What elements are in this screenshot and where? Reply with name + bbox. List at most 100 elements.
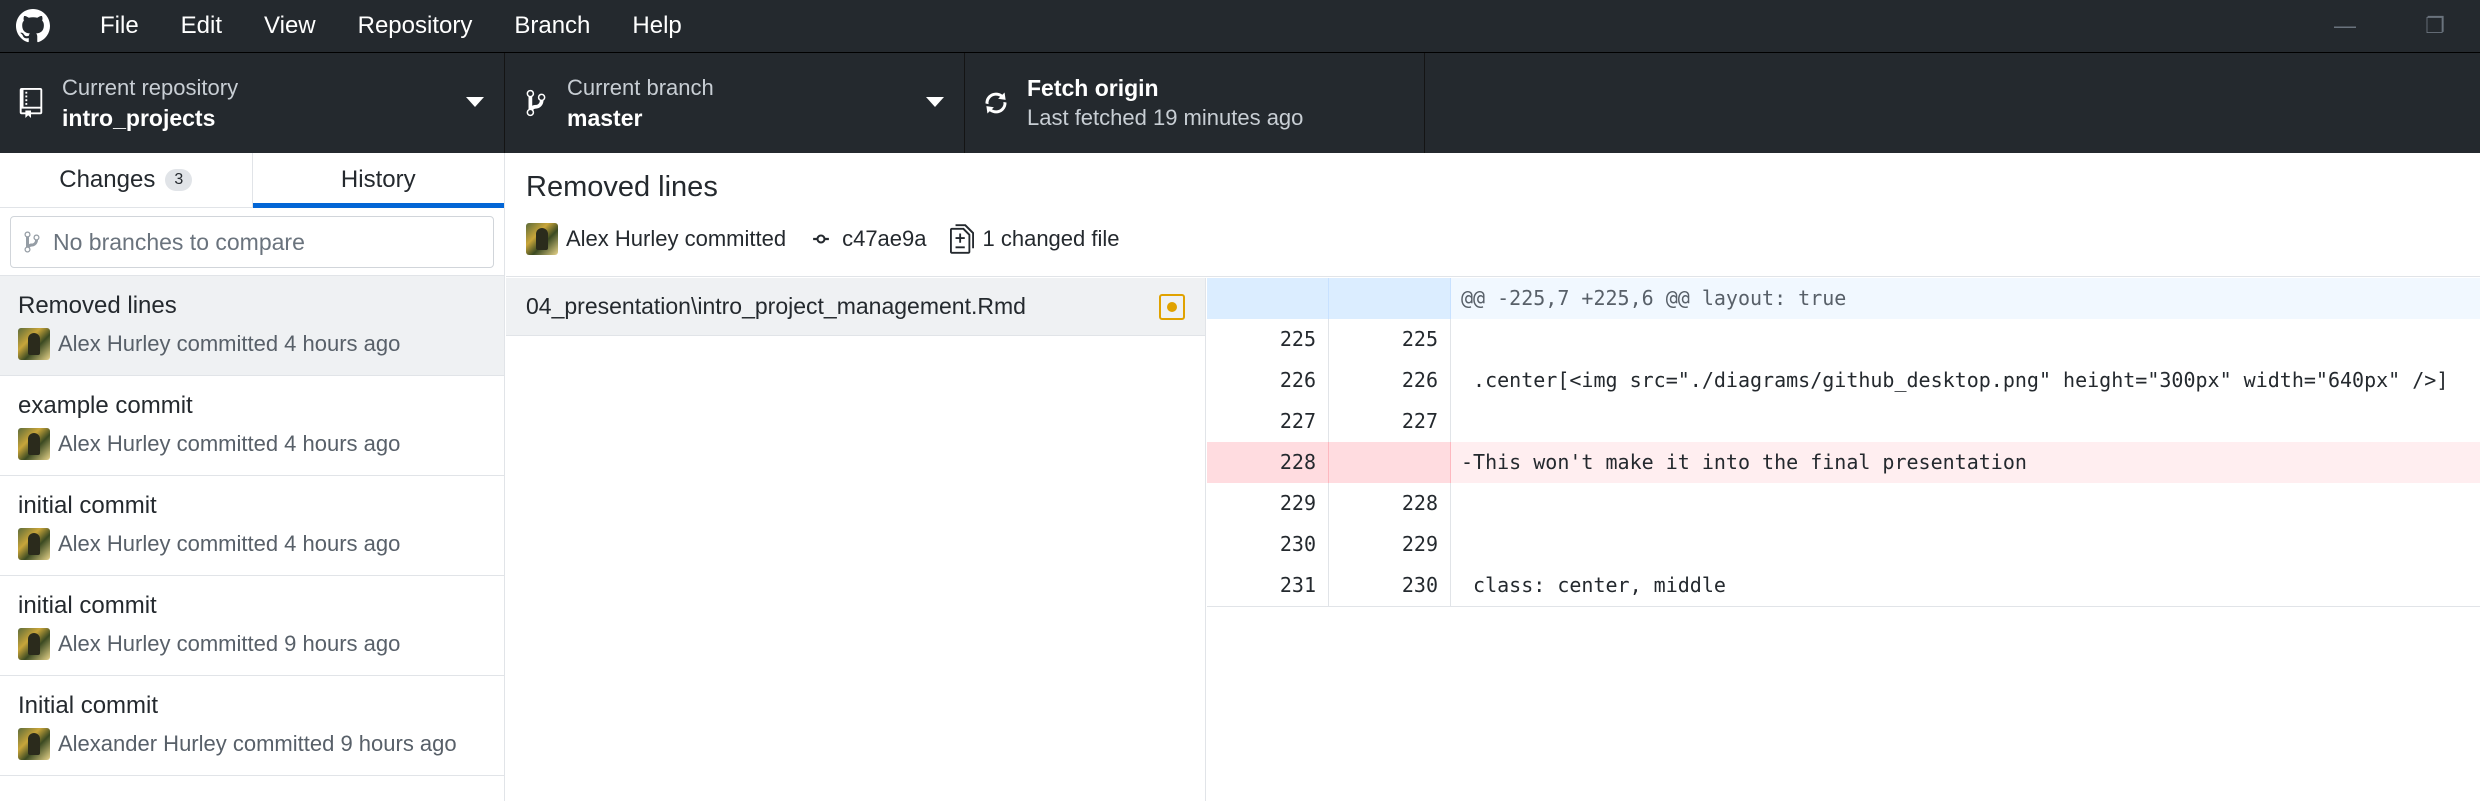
avatar [18, 528, 50, 560]
old-line-number: 227 [1207, 401, 1329, 442]
compare-branch-input[interactable]: No branches to compare [10, 216, 494, 268]
diff-line[interactable]: 229 228 [1207, 483, 2480, 524]
diff-line[interactable]: 231 230 class: center, middle [1207, 565, 2480, 606]
commit-summary-title: Removed lines [526, 171, 718, 203]
repository-name: intro_projects [62, 105, 216, 131]
new-line-number [1329, 278, 1451, 319]
menu-edit[interactable]: Edit [171, 6, 232, 46]
sync-icon [981, 88, 1011, 118]
tab-changes-label: Changes [59, 166, 156, 193]
new-line-number: 229 [1329, 524, 1451, 565]
diff-line[interactable]: 226 226 .center[<img src="./diagrams/git… [1207, 360, 2480, 401]
menu-help[interactable]: Help [622, 6, 691, 46]
commit-list-item[interactable]: initial commit Alex Hurley committed 4 h… [0, 476, 504, 576]
old-line-number: 226 [1207, 360, 1329, 401]
commit-summary-meta: Alex Hurley committed c47ae9a 1 changed … [526, 223, 1140, 255]
sidebar: Changes 3 History No branches to compare… [0, 153, 505, 801]
diff-line-code [1451, 524, 2480, 565]
branch-name: master [567, 105, 643, 131]
diff-line-deleted[interactable]: 228 -This won't make it into the final p… [1207, 442, 2480, 483]
diff-line-code: -This won't make it into the final prese… [1451, 442, 2480, 483]
commit-list-item[interactable]: Initial commit Alexander Hurley committe… [0, 676, 504, 776]
diff-line[interactable]: 230 229 [1207, 524, 2480, 565]
new-line-number: 226 [1329, 360, 1451, 401]
minimize-button[interactable]: — [2300, 0, 2390, 52]
changes-count-badge: 3 [165, 169, 193, 191]
commit-list-item[interactable]: initial commit Alex Hurley committed 9 h… [0, 576, 504, 676]
fetch-status: Last fetched 19 minutes ago [1027, 105, 1304, 130]
diff-line[interactable]: 227 227 [1207, 401, 2480, 442]
tab-history-label: History [340, 166, 416, 193]
menu-view[interactable]: View [254, 6, 326, 46]
diff-line[interactable]: 225 225 [1207, 319, 2480, 360]
old-line-number: 230 [1207, 524, 1329, 565]
commit-title: initial commit [18, 592, 157, 619]
title-bar: File Edit View Repository Branch Help — … [0, 0, 2480, 52]
repo-icon [16, 88, 46, 118]
menu-repository[interactable]: Repository [348, 6, 483, 46]
commit-list-item[interactable]: Removed lines Alex Hurley committed 4 ho… [0, 276, 504, 376]
window-controls: — ❐ [2300, 0, 2480, 52]
current-repository-button[interactable]: Current repository intro_projects [0, 53, 505, 153]
fetch-origin-button[interactable]: Fetch origin Last fetched 19 minutes ago [965, 53, 1425, 153]
commit-title: initial commit [18, 492, 157, 519]
commit-meta: Alexander Hurley committed 9 hours ago [58, 731, 457, 756]
diff-end-divider [1207, 606, 2480, 607]
avatar [18, 428, 50, 460]
fetch-title: Fetch origin [1027, 75, 1159, 101]
file-path: 04_presentation\intro_project_management… [526, 293, 1026, 319]
chevron-down-icon [926, 97, 944, 107]
changed-files-count: 1 changed file [982, 226, 1120, 251]
commit-list-item[interactable]: example commit Alex Hurley committed 4 h… [0, 376, 504, 476]
tab-history[interactable]: History [251, 153, 505, 208]
old-line-number: 231 [1207, 565, 1329, 606]
diff-hunk-header: @@ -225,7 +225,6 @@ layout: true [1207, 278, 2480, 319]
diff-line-code [1451, 483, 2480, 524]
github-logo-icon [16, 9, 50, 43]
commit-meta: Alex Hurley committed 4 hours ago [58, 531, 401, 556]
commit-author: Alex Hurley committed [566, 226, 787, 251]
new-line-number [1329, 442, 1451, 483]
compare-branch-area: No branches to compare [0, 208, 504, 276]
diff-file-icon [947, 224, 977, 254]
tab-changes[interactable]: Changes 3 [0, 153, 252, 207]
avatar [18, 328, 50, 360]
menu-branch[interactable]: Branch [504, 6, 600, 46]
git-commit-icon [806, 224, 836, 254]
toolbar: Current repository intro_projects Curren… [0, 52, 2480, 153]
diff-line-code: @@ -225,7 +225,6 @@ layout: true [1451, 278, 2480, 319]
compare-placeholder: No branches to compare [53, 228, 305, 255]
old-line-number: 225 [1207, 319, 1329, 360]
new-line-number: 225 [1329, 319, 1451, 360]
diff-line-code [1451, 319, 2480, 360]
new-line-number: 227 [1329, 401, 1451, 442]
commit-meta: Alex Hurley committed 9 hours ago [58, 631, 401, 656]
chevron-down-icon [466, 97, 484, 107]
restore-button[interactable]: ❐ [2390, 0, 2480, 52]
commit-summary-header: Removed lines Alex Hurley committed c47a… [506, 153, 2480, 277]
avatar [526, 223, 558, 255]
tab-bar: Changes 3 History [0, 153, 504, 208]
old-line-number: 228 [1207, 442, 1329, 483]
avatar [18, 728, 50, 760]
avatar [18, 628, 50, 660]
commit-title: example commit [18, 392, 193, 419]
repository-label: Current repository [62, 75, 239, 100]
branch-icon [21, 229, 43, 255]
new-line-number: 230 [1329, 565, 1451, 606]
file-list-item[interactable]: 04_presentation\intro_project_management… [506, 278, 1205, 336]
current-branch-button[interactable]: Current branch master [505, 53, 965, 153]
commit-title: Removed lines [18, 292, 177, 319]
old-line-number [1207, 278, 1329, 319]
branch-icon [521, 88, 551, 118]
diff-line-code: class: center, middle [1461, 573, 1726, 597]
changed-files-list: 04_presentation\intro_project_management… [506, 278, 1206, 801]
commit-meta: Alex Hurley committed 4 hours ago [58, 331, 401, 356]
new-line-number: 228 [1329, 483, 1451, 524]
commit-sha[interactable]: c47ae9a [842, 226, 926, 252]
file-modified-icon [1159, 294, 1185, 320]
commit-title: Initial commit [18, 692, 159, 719]
diff-line-code: .center[<img src="./diagrams/github_desk… [1461, 368, 2449, 392]
old-line-number: 229 [1207, 483, 1329, 524]
menu-file[interactable]: File [90, 6, 149, 46]
